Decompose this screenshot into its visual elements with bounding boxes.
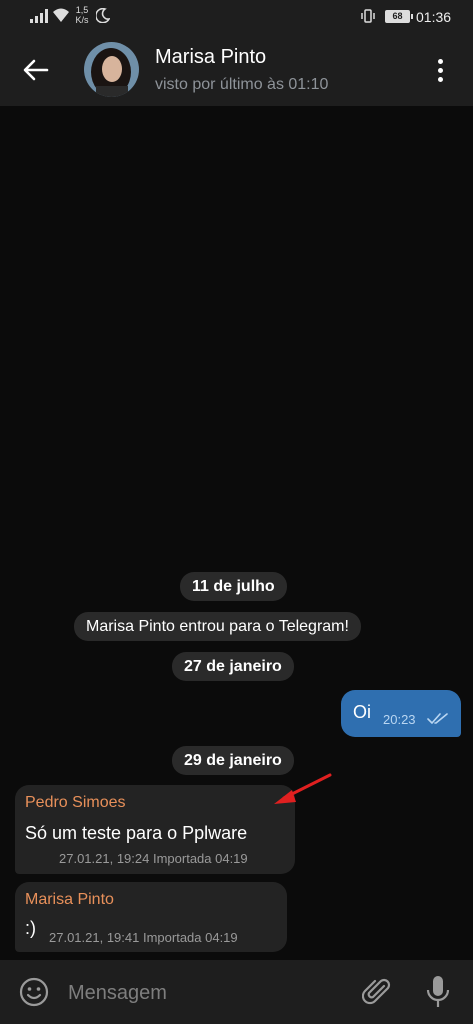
message-time: 20:23 xyxy=(383,712,416,727)
last-seen-status: visto por último às 01:10 xyxy=(155,76,329,93)
moon-icon xyxy=(96,8,110,23)
sender-name[interactable]: Marisa Pinto xyxy=(25,891,114,909)
back-arrow-icon xyxy=(23,59,49,81)
clock: 01:36 xyxy=(416,9,452,25)
chat-header: Marisa Pinto visto por último às 01:10 xyxy=(0,34,473,106)
vibrate-icon xyxy=(361,9,375,23)
status-bar: 1,5 K/s 68 01:36 xyxy=(0,0,473,34)
double-check-icon xyxy=(427,713,448,724)
message-text: :) xyxy=(25,918,36,938)
avatar-photo xyxy=(84,42,139,97)
avatar[interactable] xyxy=(84,42,139,97)
message-meta: 27.01.21, 19:41 Importada 04:19 xyxy=(49,930,238,945)
attach-icon[interactable] xyxy=(362,976,392,1008)
message-input[interactable] xyxy=(68,978,338,1008)
mic-icon[interactable] xyxy=(424,974,452,1010)
more-vert-dot xyxy=(437,76,443,82)
back-button[interactable] xyxy=(18,52,54,88)
message-text: Oi xyxy=(353,702,371,722)
network-speed: 1,5 K/s xyxy=(74,5,90,25)
message-text: Só um teste para o Pplware xyxy=(25,823,248,843)
date-separator: 29 de janeiro xyxy=(172,746,294,775)
battery-indicator: 68 xyxy=(385,10,413,23)
annotation-arrow xyxy=(274,773,332,804)
service-message: Marisa Pinto entrou para o Telegram! xyxy=(74,612,361,641)
message-meta: 27.01.21, 19:24 Importada 04:19 xyxy=(59,851,248,866)
more-vert-icon xyxy=(437,58,443,64)
network-speed-value: 1,5 xyxy=(75,5,89,15)
incoming-message[interactable]: Marisa Pinto :) 27.01.21, 19:41 Importad… xyxy=(15,882,287,952)
date-separator: 11 de julho xyxy=(180,572,287,601)
emoji-icon[interactable] xyxy=(18,976,50,1008)
incoming-message[interactable]: Pedro Simoes Só um teste para o Pplware … xyxy=(15,785,295,874)
outgoing-message[interactable]: Oi 20:23 xyxy=(341,690,461,737)
date-separator: 27 de janeiro xyxy=(172,652,294,681)
signal-icon xyxy=(30,9,48,23)
more-vert-dot xyxy=(437,67,443,73)
network-speed-unit: K/s xyxy=(75,15,89,25)
chat-title[interactable]: Marisa Pinto xyxy=(155,46,266,69)
composer xyxy=(0,960,473,1024)
sender-name[interactable]: Pedro Simoes xyxy=(25,794,126,812)
wifi-icon xyxy=(53,8,69,22)
message-list[interactable]: 11 de julho Marisa Pinto entrou para o T… xyxy=(0,106,473,960)
more-options-button[interactable] xyxy=(426,54,454,86)
